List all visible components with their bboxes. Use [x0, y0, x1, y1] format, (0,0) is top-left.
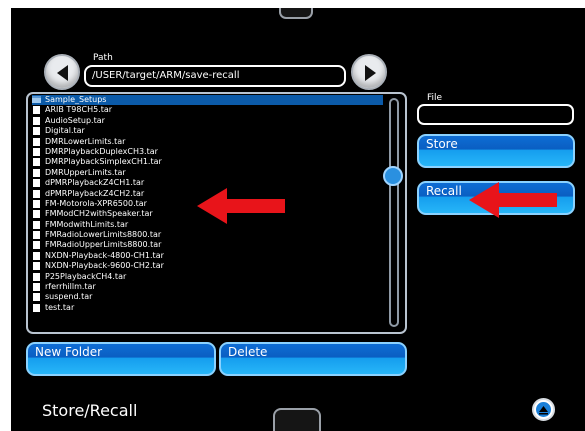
file-item-label: ARIB T98CH5.tar: [45, 105, 113, 115]
file-item[interactable]: rferrhillm.tar: [32, 282, 387, 292]
file-item[interactable]: DMRPlaybackSimplexCH1.tar: [32, 157, 387, 167]
scrollbar-track[interactable]: [389, 98, 399, 327]
file-icon: [33, 272, 40, 281]
file-item-label: P25PlaybackCH4.tar: [45, 271, 127, 281]
file-item-label: AudioSetup.tar: [45, 115, 105, 125]
file-icon: [33, 137, 40, 146]
chevron-up-icon: [539, 406, 548, 415]
file-item-label: Sample_Setups: [45, 95, 107, 104]
file-item[interactable]: DMRLowerLimits.tar: [32, 137, 387, 147]
file-item[interactable]: AudioSetup.tar: [32, 116, 387, 126]
file-item-label: FM-Motorola-XPR6500.tar: [45, 198, 147, 208]
file-item[interactable]: ARIB T98CH5.tar: [32, 105, 387, 115]
file-item-label: DMRPlaybackDuplexCH3.tar: [45, 146, 158, 156]
file-icon: [33, 199, 40, 208]
file-icon: [33, 293, 40, 302]
file-icon: [33, 262, 40, 271]
file-item-label: NXDN-Playback-9600-CH2.tar: [45, 261, 164, 271]
file-icon: [33, 283, 40, 292]
bottom-tab-handle[interactable]: [273, 408, 321, 431]
file-item-label: FMModCH2withSpeaker.tar: [45, 209, 153, 219]
file-icon: [33, 147, 40, 156]
path-label: Path: [93, 53, 113, 63]
chevron-left-icon: [57, 65, 68, 81]
file-icon: [33, 106, 40, 115]
file-item[interactable]: NXDN-Playback-4800-CH1.tar: [32, 251, 387, 261]
file-item[interactable]: Digital.tar: [32, 126, 387, 136]
path-forward-button[interactable]: [351, 54, 387, 90]
file-icon: [33, 303, 40, 312]
path-back-button[interactable]: [44, 54, 80, 90]
file-icon: [33, 158, 40, 167]
file-item-label: test.tar: [45, 302, 75, 312]
file-item-label: suspend.tar: [45, 292, 93, 302]
delete-button[interactable]: Delete: [219, 342, 407, 376]
file-icon: [33, 189, 40, 198]
file-icon: [33, 116, 40, 125]
file-item-label: FMModwithLimits.tar: [45, 219, 129, 229]
file-icon: [33, 251, 40, 260]
store-button[interactable]: Store: [417, 134, 575, 168]
menu-button[interactable]: [532, 398, 555, 421]
file-item[interactable]: test.tar: [32, 303, 387, 313]
file-item-label: FMRadioUpperLimits8800.tar: [45, 240, 162, 250]
file-icon: [33, 179, 40, 188]
file-item-label: dPMRPlaybackZ4CH1.tar: [45, 178, 145, 188]
file-item-label: DMRPlaybackSimplexCH1.tar: [45, 157, 162, 167]
file-item[interactable]: DMRUpperLimits.tar: [32, 168, 387, 178]
file-item-label: rferrhillm.tar: [45, 282, 96, 292]
file-item[interactable]: FMRadioUpperLimits8800.tar: [32, 240, 387, 250]
file-name-field[interactable]: [417, 104, 574, 125]
annotation-arrow-left: [197, 188, 285, 224]
file-item-label: NXDN-Playback-4800-CH1.tar: [45, 250, 164, 260]
file-item[interactable]: suspend.tar: [32, 292, 387, 302]
file-item-label: DMRLowerLimits.tar: [45, 136, 126, 146]
file-icon: [33, 168, 40, 177]
file-item[interactable]: NXDN-Playback-9600-CH2.tar: [32, 261, 387, 271]
store-recall-screen: Path /USER/target/ARM/save-recall Sample…: [11, 8, 585, 431]
file-item-label: dPMRPlaybackZ4CH2.tar: [45, 188, 145, 198]
file-item[interactable]: DMRPlaybackDuplexCH3.tar: [32, 147, 387, 157]
top-tab-handle[interactable]: [279, 8, 313, 19]
page-title: Store/Recall: [42, 401, 138, 420]
folder-item[interactable]: Sample_Setups: [32, 95, 383, 106]
new-folder-button[interactable]: New Folder: [26, 342, 216, 376]
file-icon: [33, 210, 40, 219]
file-item[interactable]: FMRadioLowerLimits8800.tar: [32, 230, 387, 240]
file-icon: [33, 241, 40, 250]
folder-icon: [32, 96, 41, 103]
chevron-right-icon: [365, 65, 376, 81]
scrollbar-thumb[interactable]: [383, 166, 403, 186]
file-item-label: FMRadioLowerLimits8800.tar: [45, 230, 162, 240]
annotation-arrow-left: [469, 182, 557, 218]
file-icon: [33, 220, 40, 229]
file-item-label: Digital.tar: [45, 126, 85, 136]
file-item[interactable]: P25PlaybackCH4.tar: [32, 272, 387, 282]
path-field[interactable]: /USER/target/ARM/save-recall: [84, 65, 346, 87]
file-icon: [33, 127, 40, 136]
file-item-label: DMRUpperLimits.tar: [45, 167, 126, 177]
file-icon: [33, 231, 40, 240]
file-label: File: [427, 93, 443, 103]
